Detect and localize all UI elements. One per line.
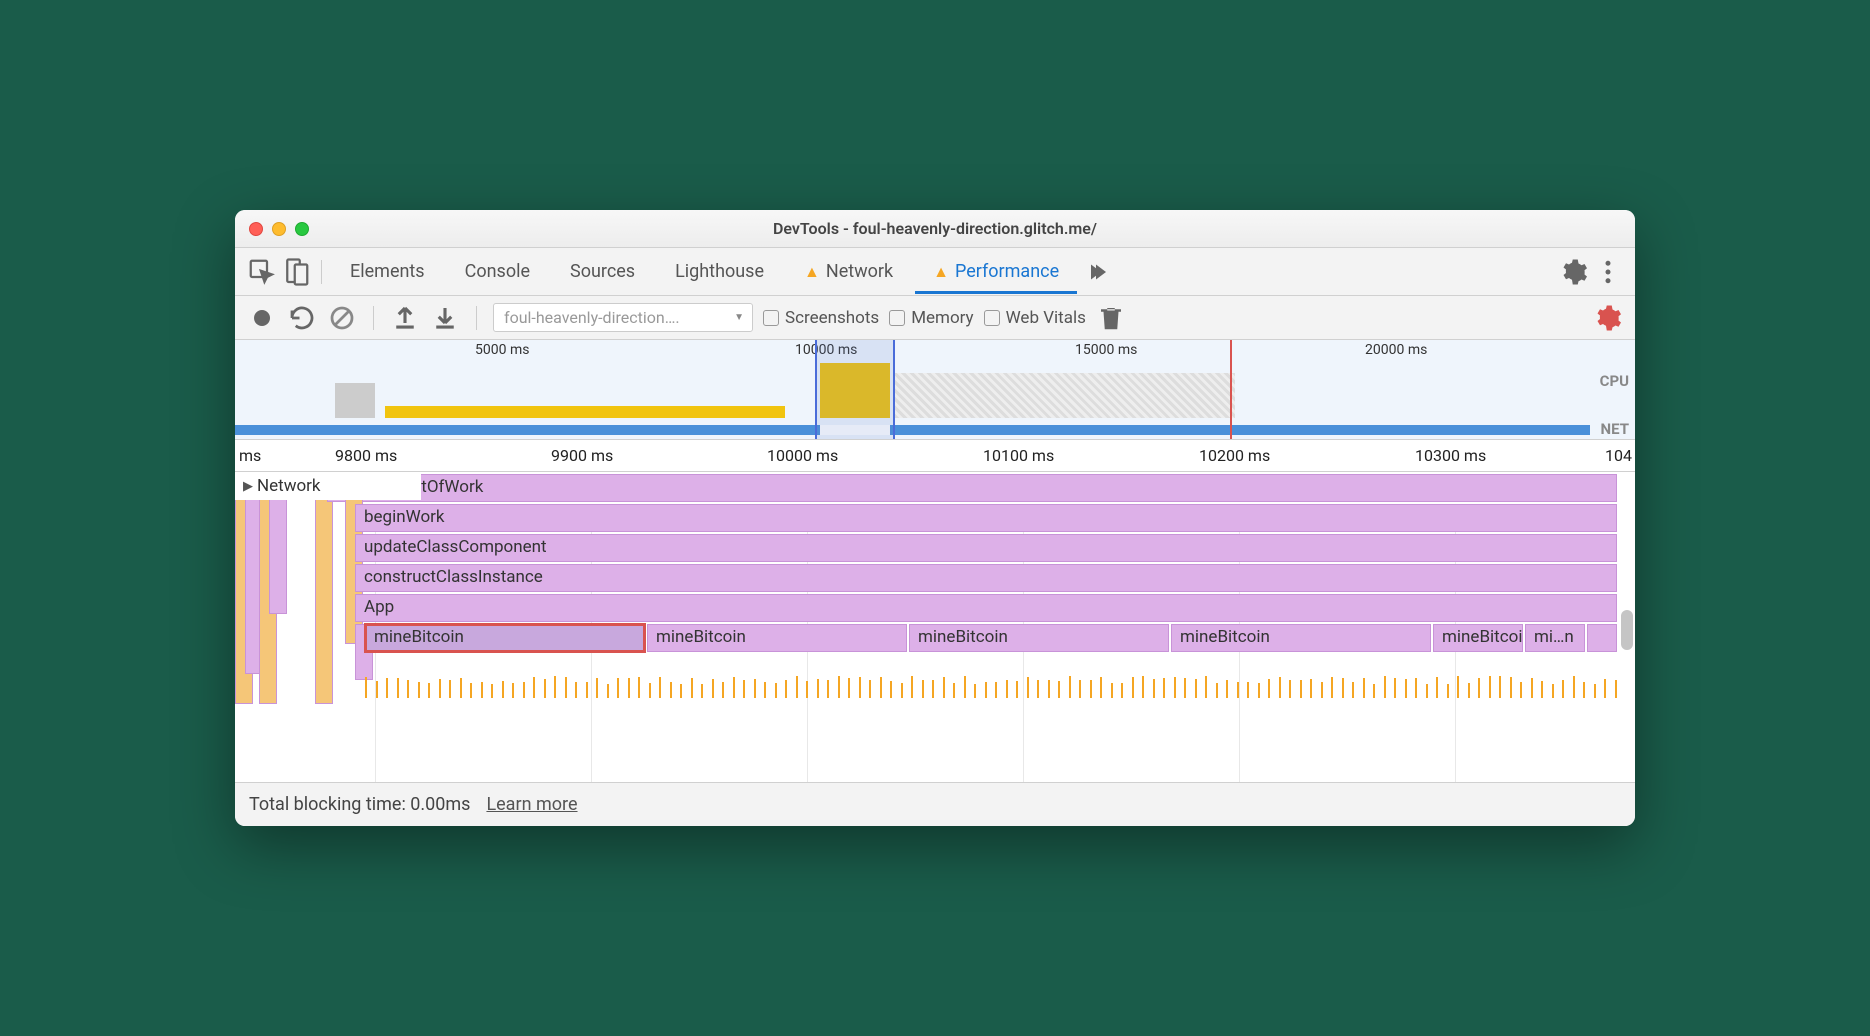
recording-dropdown-label: foul-heavenly-direction…. [504, 308, 680, 327]
ruler-tick: 10200 ms [1199, 446, 1270, 465]
panel-tabbar: Elements Console Sources Lighthouse ▲ Ne… [235, 248, 1635, 296]
frame-update-class-component[interactable]: updateClassComponent [355, 534, 1617, 562]
frame-begin-work[interactable]: beginWork [355, 504, 1617, 532]
frame-construct-class-instance[interactable]: constructClassInstance [355, 564, 1617, 592]
frame-bar[interactable] [1587, 624, 1617, 652]
more-tabs-button[interactable] [1081, 257, 1111, 287]
cpu-overview-strip [235, 358, 1590, 418]
memory-checkbox[interactable]: Memory [889, 308, 973, 328]
memory-label: Memory [911, 308, 973, 328]
overview-tick: 15000 ms [1075, 342, 1137, 358]
marker-line [1230, 340, 1232, 439]
flame-chart[interactable]: ▶ Network performUnitOfWork beginWork up… [235, 472, 1635, 782]
ruler-tick: 9800 ms [335, 446, 397, 465]
timeline-overview[interactable]: 5000 ms 10000 ms 15000 ms 20000 ms CPU N… [235, 340, 1635, 440]
tab-console[interactable]: Console [447, 249, 548, 294]
tab-performance-label: Performance [955, 261, 1059, 282]
overview-tick: 5000 ms [475, 342, 529, 358]
footer: Total blocking time: 0.00ms Learn more [235, 782, 1635, 826]
task-bar[interactable] [315, 474, 333, 704]
traffic-lights [249, 222, 309, 236]
titlebar: DevTools - foul-heavenly-direction.glitc… [235, 210, 1635, 248]
screenshots-label: Screenshots [785, 308, 879, 328]
frame-app[interactable]: App [355, 594, 1617, 622]
disclosure-triangle-icon: ▶ [243, 479, 253, 494]
ruler-tick: 104 [1605, 446, 1632, 465]
load-profile-button[interactable] [390, 303, 420, 333]
net-label: NET [1601, 420, 1629, 438]
delete-button[interactable] [1096, 303, 1126, 333]
frame-mine-bitcoin[interactable]: mineBitcoin [1433, 624, 1523, 652]
ruler-tick: 10300 ms [1415, 446, 1486, 465]
network-track-header[interactable]: ▶ Network [235, 472, 421, 500]
tab-sources[interactable]: Sources [552, 249, 653, 294]
frame-mine-bitcoin[interactable]: mineBitcoin [909, 624, 1169, 652]
ruler-tick: 9900 ms [551, 446, 613, 465]
settings-icon[interactable] [1559, 257, 1589, 287]
ruler-tick: 10100 ms [983, 446, 1054, 465]
scrollbar-thumb[interactable] [1621, 610, 1633, 650]
total-blocking-time: Total blocking time: 0.00ms [249, 794, 470, 815]
minimize-window-button[interactable] [272, 222, 286, 236]
frame-mine-bitcoin[interactable]: mineBitcoin [647, 624, 907, 652]
learn-more-link[interactable]: Learn more [486, 794, 577, 815]
tab-lighthouse[interactable]: Lighthouse [657, 249, 782, 294]
device-toolbar-icon[interactable] [281, 257, 311, 287]
window-title: DevTools - foul-heavenly-direction.glitc… [773, 219, 1097, 238]
cpu-label: CPU [1600, 372, 1629, 390]
clear-button[interactable] [327, 303, 357, 333]
separator [321, 260, 322, 284]
ruler-tick: ms [239, 446, 261, 465]
warning-icon: ▲ [933, 262, 949, 282]
checkbox-icon [889, 310, 905, 326]
kebab-menu-icon[interactable] [1593, 257, 1623, 287]
performance-toolbar: foul-heavenly-direction…. Screenshots Me… [235, 296, 1635, 340]
frame-mine-bitcoin[interactable]: mineBitcoin [1171, 624, 1431, 652]
tab-elements[interactable]: Elements [332, 249, 443, 294]
detailed-ruler[interactable]: ms 9800 ms 9900 ms 10000 ms 10100 ms 102… [235, 440, 1635, 472]
checkbox-icon [763, 310, 779, 326]
tab-performance[interactable]: ▲ Performance [915, 249, 1077, 294]
maximize-window-button[interactable] [295, 222, 309, 236]
webvitals-checkbox[interactable]: Web Vitals [984, 308, 1086, 328]
frame-mine-bitcoin-truncated[interactable]: mi…n [1525, 624, 1585, 652]
task-tick-strip [365, 670, 1635, 698]
net-overview-strip [235, 425, 1590, 435]
checkbox-icon [984, 310, 1000, 326]
warning-icon: ▲ [804, 262, 820, 282]
reload-button[interactable] [287, 303, 317, 333]
frame-mine-bitcoin-highlighted[interactable]: mineBitcoin [365, 624, 645, 652]
frame-perform-unit-of-work[interactable]: performUnitOfWork [327, 474, 1617, 502]
tab-network-label: Network [826, 261, 893, 282]
webvitals-label: Web Vitals [1006, 308, 1086, 328]
capture-settings-icon[interactable] [1593, 303, 1623, 333]
record-button[interactable] [247, 303, 277, 333]
tab-network[interactable]: ▲ Network [786, 249, 911, 294]
ruler-tick: 10000 ms [767, 446, 838, 465]
network-track-label: Network [257, 476, 321, 496]
separator [476, 306, 477, 330]
inspect-element-icon[interactable] [247, 257, 277, 287]
overview-tick: 20000 ms [1365, 342, 1427, 358]
separator [373, 306, 374, 330]
recording-dropdown[interactable]: foul-heavenly-direction…. [493, 303, 753, 332]
save-profile-button[interactable] [430, 303, 460, 333]
devtools-window: DevTools - foul-heavenly-direction.glitc… [235, 210, 1635, 826]
overview-selection[interactable] [815, 340, 895, 439]
close-window-button[interactable] [249, 222, 263, 236]
screenshots-checkbox[interactable]: Screenshots [763, 308, 879, 328]
